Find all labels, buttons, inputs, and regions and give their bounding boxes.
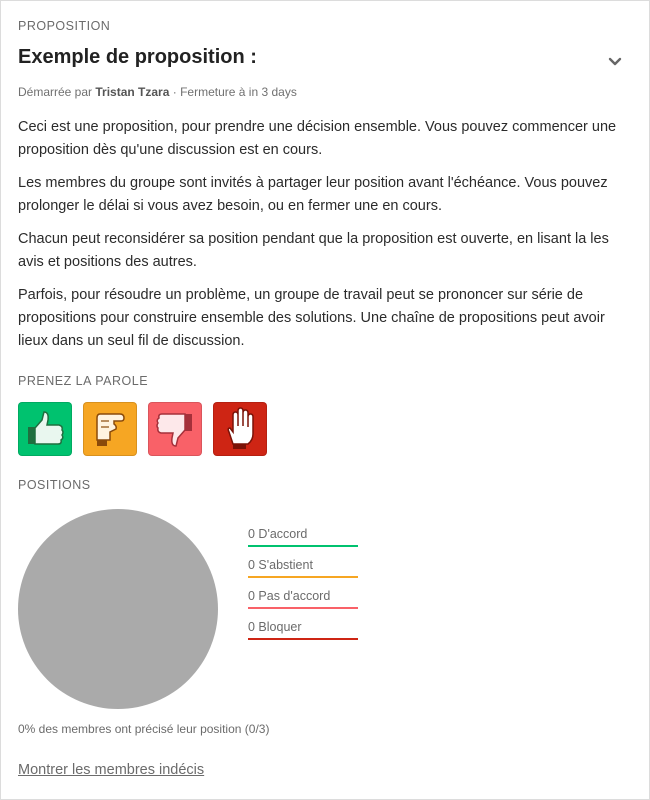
chevron-down-icon[interactable]: [605, 53, 625, 71]
meta-separator: ·: [172, 85, 177, 99]
legend-label: 0 D'accord: [248, 527, 308, 541]
description-paragraph: Chacun peut reconsidérer sa position pen…: [18, 231, 609, 270]
closing-time: Fermeture à in 3 days: [180, 85, 297, 99]
abstain-button[interactable]: [83, 402, 137, 456]
block-button[interactable]: [213, 402, 267, 456]
author-name[interactable]: Tristan Tzara: [95, 85, 169, 99]
description-paragraph: Les membres du groupe sont invités à par…: [18, 175, 608, 214]
legend-label: 0 S'abstient: [248, 558, 313, 572]
legend-line-abstain: [248, 576, 358, 578]
vote-section-label: PRENEZ LA PAROLE: [18, 374, 149, 388]
agree-button[interactable]: [18, 402, 72, 456]
description-paragraph: Parfois, pour résoudre un problème, un g…: [18, 287, 605, 349]
legend-label: 0 Pas d'accord: [248, 589, 331, 603]
proposal-card: PROPOSITION Exemple de proposition : Dém…: [0, 0, 650, 800]
disagree-button[interactable]: [148, 402, 202, 456]
positions-label: POSITIONS: [18, 478, 91, 492]
thumbs-up-icon: [28, 411, 64, 445]
show-undecided-link[interactable]: Montrer les membres indécis: [18, 762, 204, 778]
proposal-description: Ceci est une proposition, pour prendre u…: [18, 116, 633, 363]
block-hand-icon: [227, 407, 254, 449]
pie-empty-slice: [18, 509, 218, 709]
legend-label: 0 Bloquer: [248, 620, 302, 634]
legend-line-block: [248, 638, 358, 640]
started-by-label: Démarrée par: [18, 85, 93, 99]
legend-line-disagree: [248, 607, 358, 609]
proposal-title: Exemple de proposition :: [18, 46, 257, 68]
proposal-eyebrow: PROPOSITION: [18, 19, 111, 33]
legend-item-block: 0 Bloquer: [248, 620, 358, 640]
legend-item-disagree: 0 Pas d'accord: [248, 589, 358, 609]
description-paragraph: Ceci est une proposition, pour prendre u…: [18, 119, 617, 158]
legend-item-agree: 0 D'accord: [248, 527, 358, 547]
positions-pie-chart: [18, 509, 218, 709]
legend-line-agree: [248, 545, 358, 547]
legend-item-abstain: 0 S'abstient: [248, 558, 358, 578]
abstain-hand-icon: [96, 413, 125, 446]
participation-summary: 0% des membres ont précisé leur position…: [18, 722, 270, 736]
proposal-meta: Démarrée par Tristan Tzara · Fermeture à…: [18, 85, 297, 99]
thumbs-down-icon: [156, 413, 192, 447]
